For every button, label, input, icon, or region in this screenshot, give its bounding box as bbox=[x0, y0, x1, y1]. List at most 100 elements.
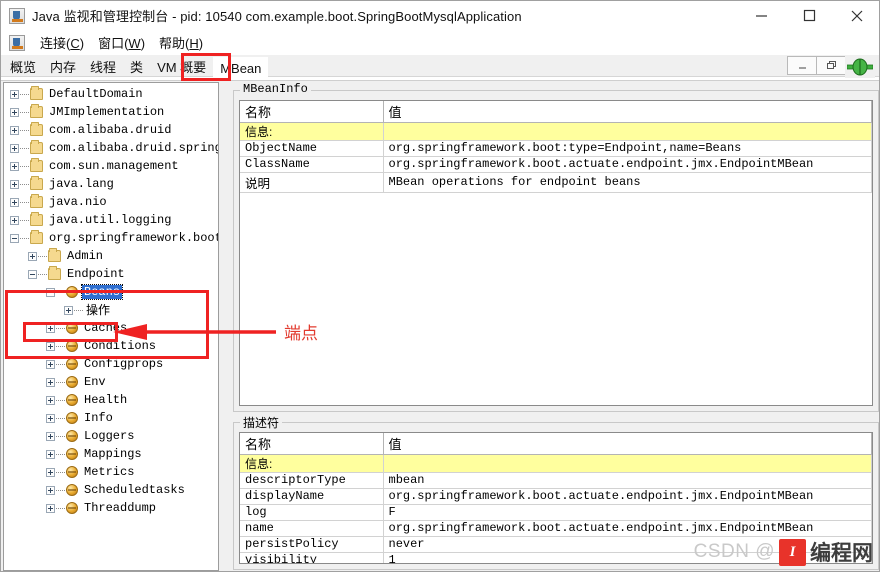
tab-mbean[interactable]: MBean bbox=[213, 57, 269, 81]
tree-node[interactable]: Conditions bbox=[4, 337, 218, 355]
collapse-icon[interactable] bbox=[46, 287, 55, 297]
tree-node[interactable]: com.alibaba.druid bbox=[4, 121, 218, 139]
tree-node[interactable]: java.lang bbox=[4, 175, 218, 193]
expand-icon[interactable] bbox=[10, 89, 19, 99]
expand-icon[interactable] bbox=[46, 377, 55, 387]
table-row[interactable]: ClassName org.springframework.boot.actuat… bbox=[240, 156, 872, 173]
table-row[interactable]: visibility 1 bbox=[240, 552, 872, 563]
column-header-value[interactable]: 值 bbox=[383, 101, 872, 123]
tree-node[interactable]: Caches bbox=[4, 319, 218, 337]
table-row[interactable]: ObjectName org.springframework.boot:type=… bbox=[240, 140, 872, 157]
expand-icon[interactable] bbox=[46, 467, 55, 477]
menu-help[interactable]: 帮助(H) bbox=[152, 31, 210, 54]
table-row[interactable]: displayName org.springframework.boot.actu… bbox=[240, 488, 872, 505]
tab-item-1[interactable]: 内存 bbox=[43, 53, 83, 81]
main-content: DefaultDomain JMImplementation com.alibaba… bbox=[1, 81, 879, 571]
tree-node[interactable]: Endpoint bbox=[4, 265, 218, 283]
mbean-icon bbox=[66, 466, 78, 478]
mbean-icon bbox=[66, 484, 78, 496]
tab-item-4[interactable]: VM 概要 bbox=[150, 53, 213, 81]
tree-node[interactable]: 操作 bbox=[4, 301, 218, 319]
tree-connector bbox=[56, 291, 65, 293]
collapse-icon[interactable] bbox=[10, 233, 19, 243]
descriptor-table-wrap[interactable]: 名称 值 信息: descriptorType mbean displayName or… bbox=[239, 432, 873, 564]
tree-node[interactable]: Admin bbox=[4, 247, 218, 265]
tree-node[interactable]: com.sun.management bbox=[4, 157, 218, 175]
tree-connector bbox=[56, 363, 65, 365]
expand-icon[interactable] bbox=[28, 251, 37, 261]
expand-icon[interactable] bbox=[46, 449, 55, 459]
tree-node[interactable]: Info bbox=[4, 409, 218, 427]
mbean-tree-panel[interactable]: DefaultDomain JMImplementation com.alibaba… bbox=[3, 82, 219, 571]
expand-icon[interactable] bbox=[10, 161, 19, 171]
expand-icon[interactable] bbox=[10, 197, 19, 207]
tree-node[interactable]: java.util.logging bbox=[4, 211, 218, 229]
tree-node-label: Env bbox=[84, 375, 106, 389]
collapse-icon[interactable] bbox=[28, 269, 37, 279]
expand-icon[interactable] bbox=[46, 485, 55, 495]
table-row[interactable]: 说明 MBean operations for endpoint beans bbox=[240, 172, 872, 193]
tree-node[interactable]: org.springframework.boot bbox=[4, 229, 218, 247]
tree-connector bbox=[38, 273, 47, 275]
tree-node-label: Caches bbox=[84, 321, 128, 335]
mbeaninfo-table-wrap[interactable]: 名称 值 信息: ObjectName org.springframework.bo… bbox=[239, 100, 873, 406]
column-header-name[interactable]: 名称 bbox=[240, 101, 384, 123]
tree-node[interactable]: Env bbox=[4, 373, 218, 391]
tab-item-2[interactable]: 线程 bbox=[83, 53, 123, 81]
tree-node[interactable]: DefaultDomain bbox=[4, 85, 218, 103]
expand-icon[interactable] bbox=[46, 431, 55, 441]
table-row[interactable]: 信息: bbox=[240, 122, 872, 141]
mbean-tree[interactable]: DefaultDomain JMImplementation com.alibaba… bbox=[4, 83, 218, 517]
tree-node[interactable]: java.nio bbox=[4, 193, 218, 211]
menu-connection[interactable]: 连接(C) bbox=[33, 31, 91, 54]
mbeaninfo-title: MBeanInfo bbox=[240, 82, 311, 96]
expand-icon[interactable] bbox=[10, 107, 19, 117]
tree-node[interactable]: Threaddump bbox=[4, 499, 218, 517]
table-row[interactable]: persistPolicy never bbox=[240, 536, 872, 553]
column-header-value[interactable]: 值 bbox=[383, 433, 872, 455]
expand-icon[interactable] bbox=[10, 215, 19, 225]
expand-icon[interactable] bbox=[46, 341, 55, 351]
expand-icon[interactable] bbox=[46, 359, 55, 369]
tree-node[interactable]: Mappings bbox=[4, 445, 218, 463]
cell-value: org.springframework.boot.actuate.endpoin… bbox=[383, 520, 872, 537]
tree-connector bbox=[38, 255, 47, 257]
tree-node[interactable]: Configprops bbox=[4, 355, 218, 373]
tree-node[interactable]: JMImplementation bbox=[4, 103, 218, 121]
table-row[interactable]: name org.springframework.boot.actuate.end… bbox=[240, 520, 872, 537]
tab-item-3[interactable]: 类 bbox=[123, 53, 150, 81]
menu-window[interactable]: 窗口(W) bbox=[91, 31, 152, 54]
tree-node[interactable]: com.alibaba.druid.spring.boot.s bbox=[4, 139, 218, 157]
folder-icon bbox=[30, 158, 43, 172]
tree-connector bbox=[74, 309, 83, 311]
table-row[interactable]: descriptorType mbean bbox=[240, 472, 872, 489]
expand-icon[interactable] bbox=[46, 413, 55, 423]
tab-item-0[interactable]: 概览 bbox=[3, 53, 43, 81]
expand-icon[interactable] bbox=[46, 323, 55, 333]
mbean-icon bbox=[66, 322, 78, 334]
column-header-name[interactable]: 名称 bbox=[240, 433, 384, 455]
expand-icon[interactable] bbox=[46, 395, 55, 405]
maximize-window-button[interactable] bbox=[785, 1, 833, 30]
tree-node[interactable]: Health bbox=[4, 391, 218, 409]
cell-name: persistPolicy bbox=[240, 536, 384, 553]
table-row[interactable]: log F bbox=[240, 504, 872, 521]
tree-node-label: com.sun.management bbox=[49, 159, 179, 173]
expand-icon[interactable] bbox=[10, 143, 19, 153]
tree-connector bbox=[56, 453, 65, 455]
folder-icon bbox=[30, 140, 43, 154]
tree-node[interactable]: Metrics bbox=[4, 463, 218, 481]
menu-bar: 连接(C) 窗口(W) 帮助(H) bbox=[1, 30, 879, 55]
tree-node[interactable]: Scheduledtasks bbox=[4, 481, 218, 499]
cell-name: ObjectName bbox=[240, 140, 384, 157]
expand-icon[interactable] bbox=[10, 125, 19, 135]
expand-icon[interactable] bbox=[46, 503, 55, 513]
expand-icon[interactable] bbox=[10, 179, 19, 189]
table-row[interactable]: 信息: bbox=[240, 454, 872, 473]
expand-icon[interactable] bbox=[64, 305, 73, 315]
tree-connector bbox=[20, 147, 29, 149]
tree-node[interactable]: Loggers bbox=[4, 427, 218, 445]
tree-node[interactable]: Beans bbox=[4, 283, 218, 301]
close-window-button[interactable] bbox=[833, 1, 879, 30]
minimize-window-button[interactable] bbox=[737, 1, 785, 30]
